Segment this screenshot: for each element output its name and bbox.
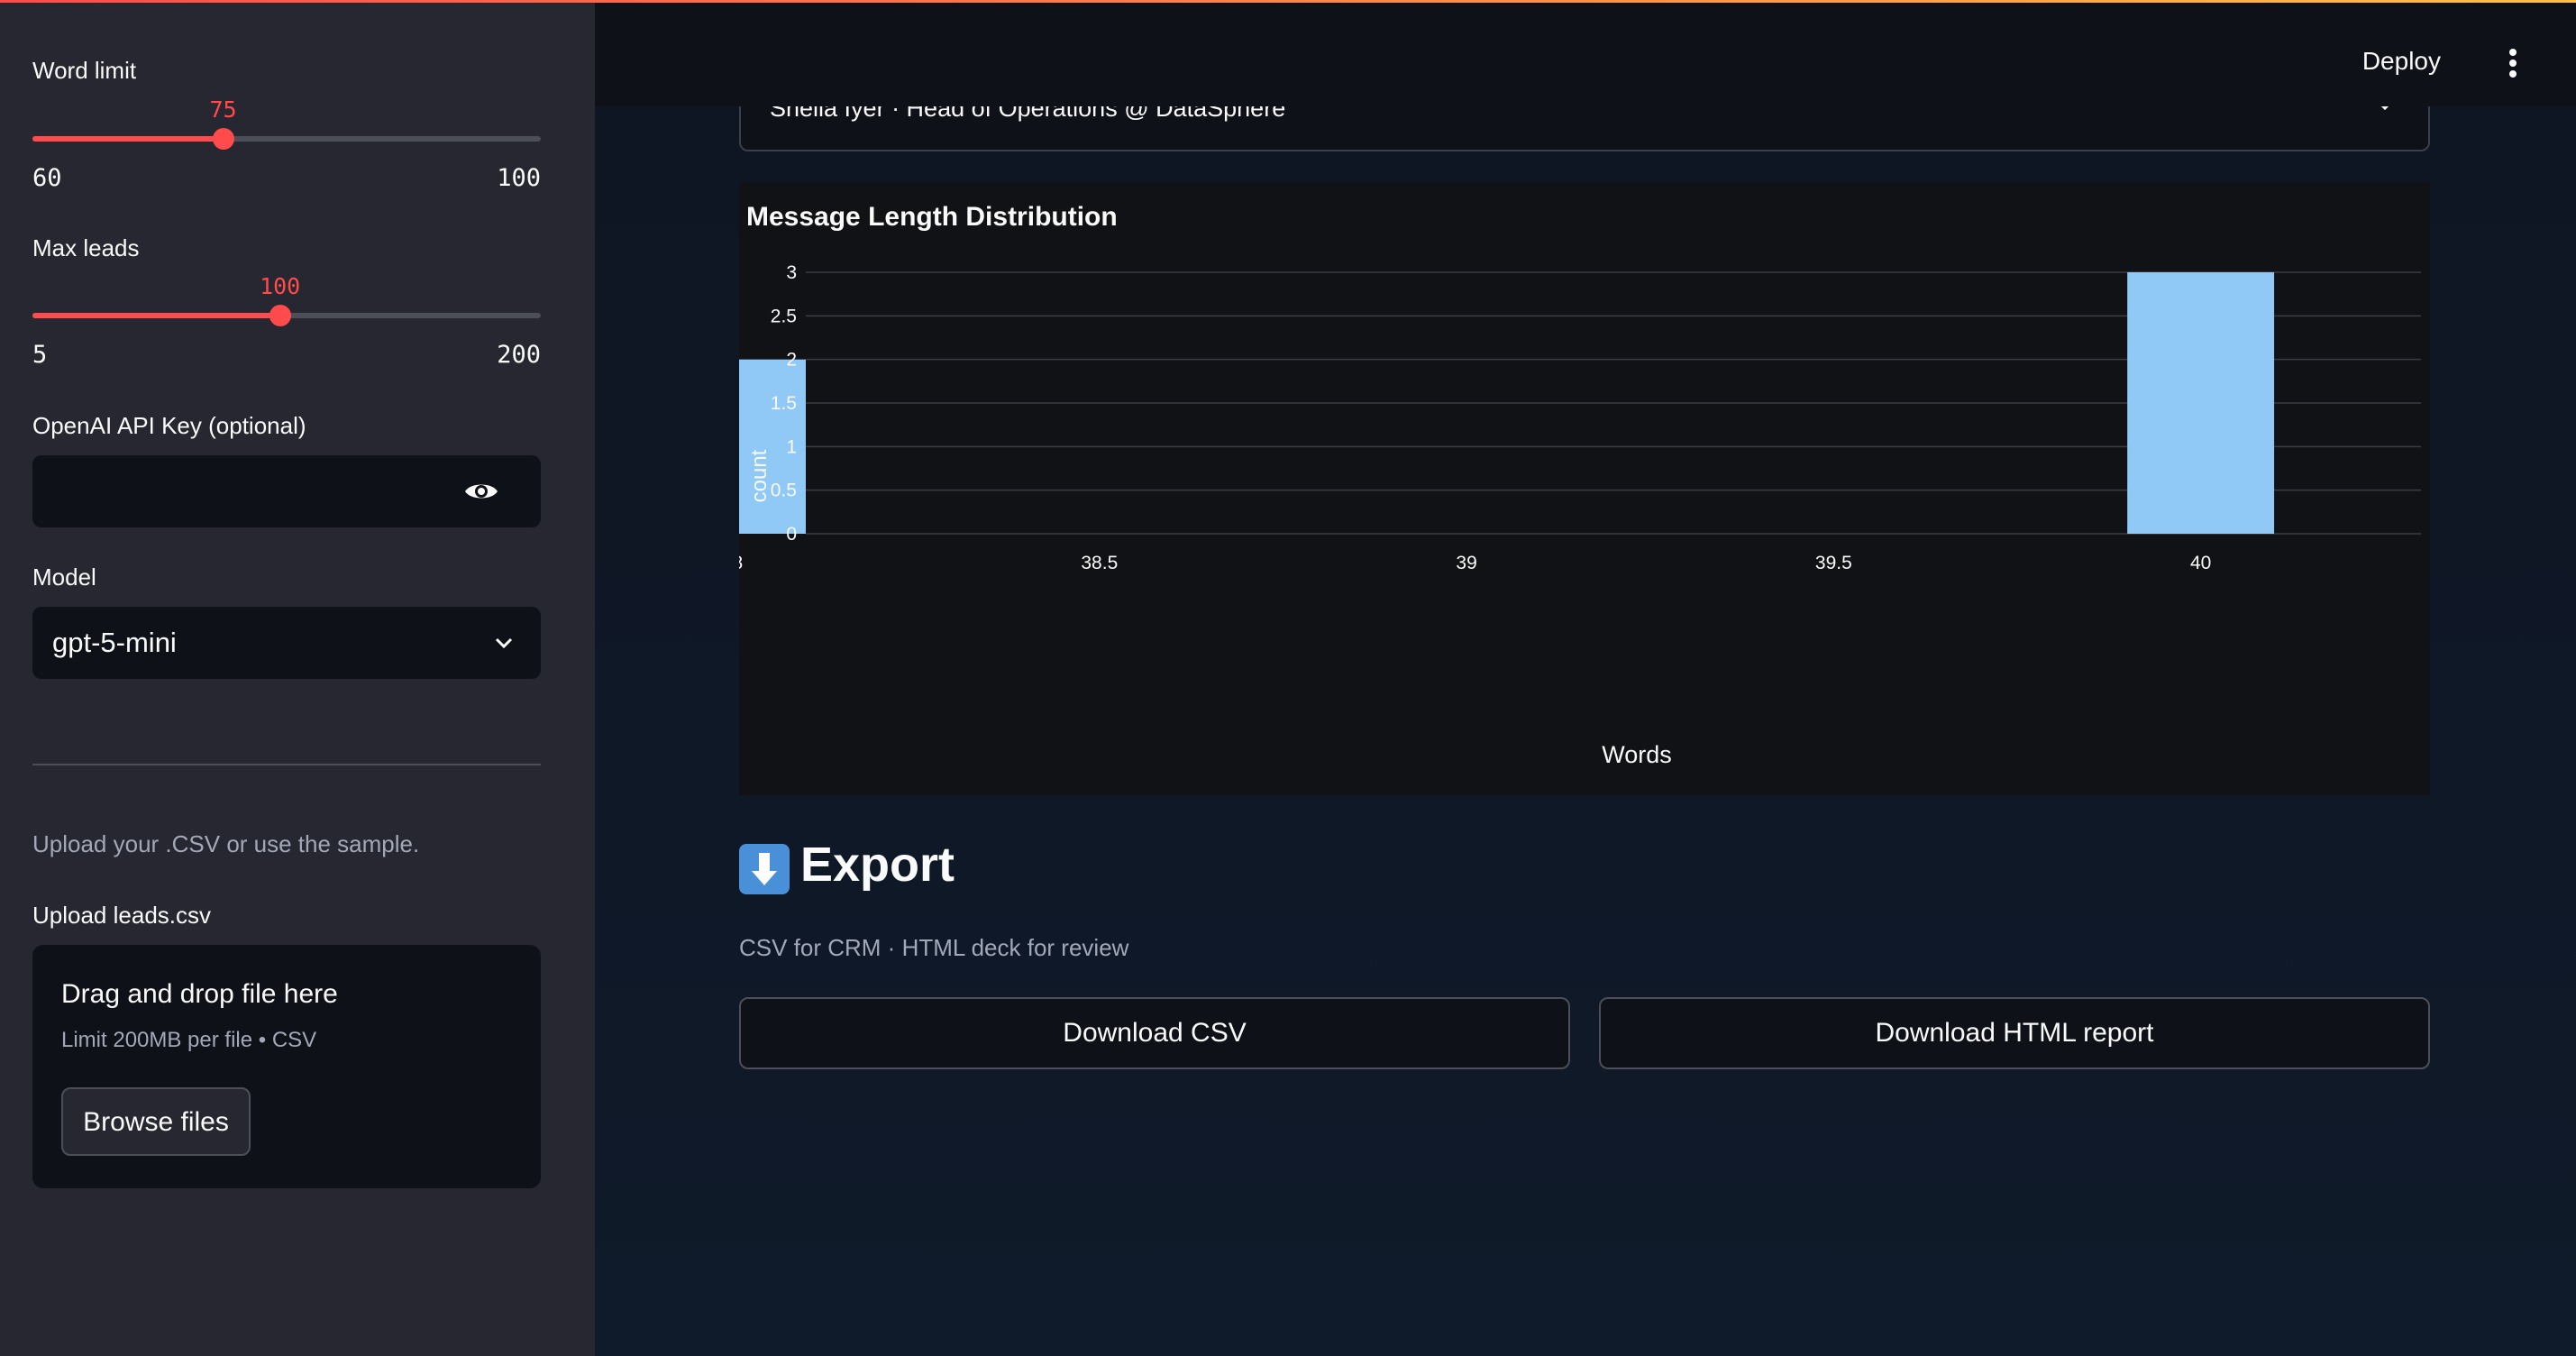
slider-fill (32, 136, 224, 142)
word-limit-range: 60 100 (32, 164, 541, 192)
y-tick-label: 0.5 (771, 481, 797, 501)
x-tick-label: 39 (1456, 553, 1476, 573)
y-tick-label: 2 (786, 350, 797, 371)
slider-fill (32, 313, 280, 318)
max-leads-label: Max leads (32, 234, 140, 261)
y-tick-label: 0 (786, 524, 797, 545)
max-leads-slider[interactable]: 100 (32, 273, 541, 333)
slider-min: 5 (32, 341, 48, 369)
api-key-input[interactable] (32, 455, 541, 527)
top-accent-bar (0, 0, 2576, 3)
download-html-report-button[interactable]: Download HTML report (1599, 997, 2430, 1069)
model-selected-value: gpt-5-mini (52, 627, 177, 658)
deploy-button[interactable]: Deploy (2362, 47, 2441, 76)
word-limit-slider[interactable]: 75 (32, 96, 541, 156)
max-leads-range: 5 200 (32, 341, 541, 369)
chevron-down-icon (495, 637, 513, 649)
y-tick-label: 3 (786, 262, 797, 283)
slider-thumb[interactable] (269, 305, 291, 326)
slider-max: 100 (497, 164, 541, 192)
model-label: Model (32, 563, 96, 591)
download-arrow-icon (739, 844, 790, 894)
sidebar-divider (32, 764, 541, 765)
slider-thumb[interactable] (212, 128, 234, 150)
export-heading: Export (800, 838, 955, 892)
chart-title: Message Length Distribution (746, 202, 1118, 232)
histogram-chart: 0 0.5 1 1.5 2 2.5 3 38 38.5 39 39.5 40 Message Len… (659, 202, 2421, 768)
download-csv-button[interactable]: Download CSV (739, 997, 1570, 1069)
sidebar: Word limit 75 60 100 Max leads 100 5 200… (0, 0, 595, 1356)
upload-caption: Upload your .CSV or use the sample. (32, 830, 420, 857)
histogram-bar[interactable] (2127, 272, 2275, 534)
upload-label: Upload leads.csv (32, 902, 211, 929)
dropzone-subtitle: Limit 200MB per file • CSV (61, 1028, 317, 1052)
app-header: Deploy (595, 0, 2576, 106)
slider-value: 75 (209, 96, 237, 123)
word-limit-label: Word limit (32, 57, 137, 84)
y-tick-label: 1 (786, 436, 797, 457)
eye-icon[interactable] (463, 479, 499, 504)
slider-min: 60 (32, 164, 62, 192)
y-tick-label: 1.5 (771, 393, 797, 414)
model-select[interactable]: gpt-5-mini (32, 607, 541, 679)
slider-value: 100 (260, 273, 301, 299)
api-key-label: OpenAI API Key (optional) (32, 412, 306, 439)
slider-max: 200 (497, 341, 541, 369)
x-tick-label: 38.5 (1081, 553, 1118, 573)
y-tick-label: 2.5 (771, 306, 797, 326)
x-tick-label: 39.5 (1815, 553, 1852, 573)
x-tick-label: 38 (739, 553, 743, 573)
file-dropzone[interactable]: Drag and drop file here Limit 200MB per … (32, 945, 541, 1188)
x-axis-label: Words (1602, 741, 1672, 768)
x-tick-label: 40 (2190, 553, 2211, 573)
y-axis-label: count (747, 449, 772, 502)
dropzone-title: Drag and drop file here (61, 979, 338, 1009)
browse-files-button[interactable]: Browse files (61, 1087, 251, 1156)
export-caption: CSV for CRM · HTML deck for review (739, 934, 1129, 961)
main-menu-icon[interactable] (2509, 49, 2518, 78)
chart-card: 0 0.5 1 1.5 2 2.5 3 38 38.5 39 39.5 40 Message Len… (659, 182, 2430, 795)
